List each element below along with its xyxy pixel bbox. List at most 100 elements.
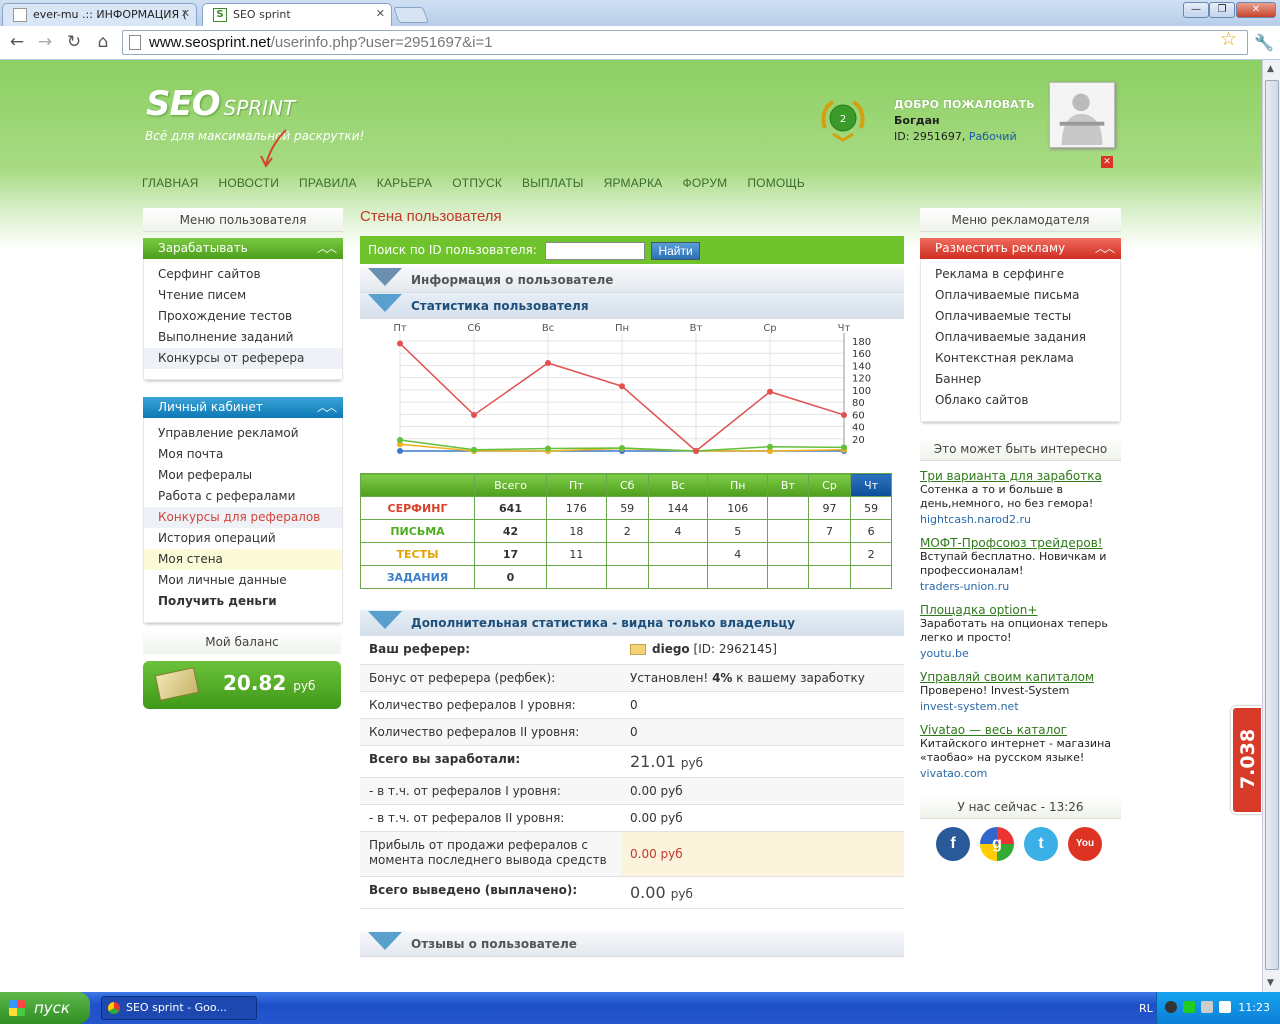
collapse-chevron-icon[interactable]: ︿︿ (317, 238, 337, 259)
logout-icon[interactable]: ✕ (1101, 156, 1113, 168)
section-user-stats[interactable]: Статистика пользователя (360, 293, 904, 319)
place-ad-header[interactable]: Разместить рекламу ︿︿ (920, 238, 1121, 259)
vertical-scrollbar[interactable]: ▲ ▼ (1262, 60, 1280, 992)
home-icon[interactable]: ⌂ (92, 31, 114, 53)
close-window-button[interactable]: ✕ (1236, 2, 1276, 18)
nav-news[interactable]: НОВОСТИ (218, 176, 279, 190)
ad-url[interactable]: traders-union.ru (920, 580, 1121, 593)
ad-url[interactable]: youtu.be (920, 647, 1121, 660)
site-logo[interactable]: SEO SPRINT (146, 84, 295, 124)
stat-label: Количество рефералов II уровня: (369, 725, 580, 739)
menu-item-paid-letters[interactable]: Оплачиваемые письма (921, 285, 1120, 306)
tab-seosprint[interactable]: S SEO sprint ✕ (202, 3, 392, 26)
google-icon[interactable]: g (980, 827, 1014, 861)
network-icon[interactable] (1201, 1001, 1213, 1013)
site-tagline: Всё для максимальной раскрутки! (145, 129, 365, 143)
table-cell: 0 (474, 565, 547, 589)
scroll-down-icon[interactable]: ▼ (1267, 978, 1274, 988)
youtube-icon[interactable]: You Tube (1068, 827, 1102, 883)
mail-icon[interactable] (630, 644, 646, 655)
menu-item-ad-management[interactable]: Управление рекламой (144, 423, 342, 444)
nav-rules[interactable]: ПРАВИЛА (299, 176, 357, 190)
nav-career[interactable]: КАРЬЕРА (377, 176, 432, 190)
back-arrow-icon[interactable]: ← (6, 31, 28, 53)
nav-vacation[interactable]: ОТПУСК (452, 176, 502, 190)
facebook-icon[interactable]: f (936, 827, 970, 861)
wrench-menu-icon[interactable]: 🔧 (1254, 33, 1274, 52)
menu-item-get-money[interactable]: Получить деньги (144, 591, 342, 612)
ad-link[interactable]: Три варианта для заработка (920, 469, 1121, 483)
menu-item-context-ads[interactable]: Контекстная реклама (921, 348, 1120, 369)
ad-url[interactable]: vivatao.com (920, 767, 1121, 780)
forward-arrow-icon[interactable]: → (34, 31, 56, 53)
maximize-button[interactable]: ❐ (1209, 2, 1235, 18)
refback-percent: 4% (712, 671, 733, 685)
online-counter-widget[interactable]: 7.038 (1231, 706, 1262, 814)
y-tick-label: 20 (852, 435, 865, 446)
reload-icon[interactable]: ↻ (63, 31, 85, 53)
collapse-chevron-icon[interactable]: ︿︿ (317, 397, 337, 418)
new-tab-button[interactable] (393, 7, 429, 23)
menu-item-referrer-contests[interactable]: Конкурсы от реферера (144, 348, 342, 369)
nav-home[interactable]: ГЛАВНАЯ (142, 176, 198, 190)
scrollbar-thumb[interactable] (1265, 80, 1279, 970)
ad-link[interactable]: МОФТ-Профсоюз трейдеров! (920, 536, 1121, 550)
ad-link[interactable]: Vivatao — весь каталог (920, 723, 1121, 737)
media-icon[interactable] (1165, 1001, 1177, 1013)
menu-item-surf-ads[interactable]: Реклама в серфинге (921, 264, 1120, 285)
bookmark-star-icon[interactable]: ☆ (1220, 28, 1237, 50)
close-tab-icon[interactable]: ✕ (376, 7, 385, 20)
menu-item-letters[interactable]: Чтение писем (144, 285, 342, 306)
menu-item-personal-data[interactable]: Мои личные данные (144, 570, 342, 591)
collapse-chevron-icon[interactable]: ︿︿ (1095, 238, 1115, 259)
menu-item-tests[interactable]: Прохождение тестов (144, 306, 342, 327)
ad-link[interactable]: Управляй своим капиталом (920, 670, 1121, 684)
referrer-link[interactable]: diego (652, 642, 690, 656)
menu-item-tasks[interactable]: Выполнение заданий (144, 327, 342, 348)
ad-url[interactable]: hightcash.narod2.ru (920, 513, 1121, 526)
section-user-info[interactable]: Информация о пользователе (360, 267, 904, 293)
menu-item-mail[interactable]: Моя почта (144, 444, 342, 465)
menu-item-my-wall[interactable]: Моя стена (144, 549, 342, 570)
avatar[interactable] (1049, 82, 1115, 148)
tab-evermu[interactable]: ever-mu .:: ИНФОРМАЦИЯ ( ✕ (2, 3, 197, 26)
search-button[interactable]: Найти (651, 241, 700, 260)
menu-item-paid-tests[interactable]: Оплачиваемые тесты (921, 306, 1120, 327)
cabinet-menu-header[interactable]: Личный кабинет ︿︿ (143, 397, 343, 418)
nav-help[interactable]: ПОМОЩЬ (747, 176, 805, 190)
ad-link[interactable]: Площадка option+ (920, 603, 1121, 617)
volume-icon[interactable] (1219, 1001, 1231, 1013)
menu-item-surfing[interactable]: Серфинг сайтов (144, 264, 342, 285)
menu-item-paid-tasks[interactable]: Оплачиваемые задания (921, 327, 1120, 348)
menu-item-banner[interactable]: Баннер (921, 369, 1120, 390)
stat-label: Всего вы заработали: (369, 752, 521, 766)
ad-url[interactable]: invest-system.net (920, 700, 1121, 713)
section-reviews[interactable]: Отзывы о пользователе (360, 931, 904, 957)
minimize-button[interactable]: — (1183, 2, 1209, 18)
earn-menu-header[interactable]: Зарабатывать ︿︿ (143, 238, 343, 259)
menu-item-referral-work[interactable]: Работа с рефералами (144, 486, 342, 507)
user-id-search-input[interactable] (544, 241, 645, 260)
security-icon[interactable] (1183, 1001, 1195, 1013)
total-earned: 21.01 руб (630, 752, 703, 771)
close-tab-icon[interactable]: ✕ (181, 7, 190, 20)
twitter-icon[interactable]: t (1024, 827, 1058, 861)
user-status-link[interactable]: Рабочий (969, 130, 1017, 143)
nav-payouts[interactable]: ВЫПЛАТЫ (522, 176, 584, 190)
section-additional-stats[interactable]: Дополнительная статистика - видна только… (360, 610, 904, 636)
scroll-up-icon[interactable]: ▲ (1267, 64, 1274, 74)
menu-item-history[interactable]: История операций (144, 528, 342, 549)
address-bar[interactable]: www.seosprint.net/userinfo.php?user=2951… (122, 30, 1248, 55)
nav-fair[interactable]: ЯРМАРКА (604, 176, 663, 190)
balance-button[interactable]: 20.82 руб (143, 661, 341, 709)
nav-forum[interactable]: ФОРУМ (683, 176, 728, 190)
table-cell: 4 (707, 542, 769, 566)
stat-row: Всего выведено (выплачено): 0.00 руб (360, 877, 904, 909)
stat-row: Всего вы заработали: 21.01 руб (360, 746, 904, 778)
start-button[interactable]: пуск (0, 992, 90, 1024)
menu-item-referral-contests[interactable]: Конкурсы для рефералов (144, 507, 342, 528)
language-indicator[interactable]: RL (1139, 1002, 1153, 1015)
menu-item-referrals[interactable]: Мои рефералы (144, 465, 342, 486)
taskbar-item-chrome[interactable]: SEO sprint - Goo... (101, 996, 257, 1020)
menu-item-sites-cloud[interactable]: Облако сайтов (921, 390, 1120, 411)
